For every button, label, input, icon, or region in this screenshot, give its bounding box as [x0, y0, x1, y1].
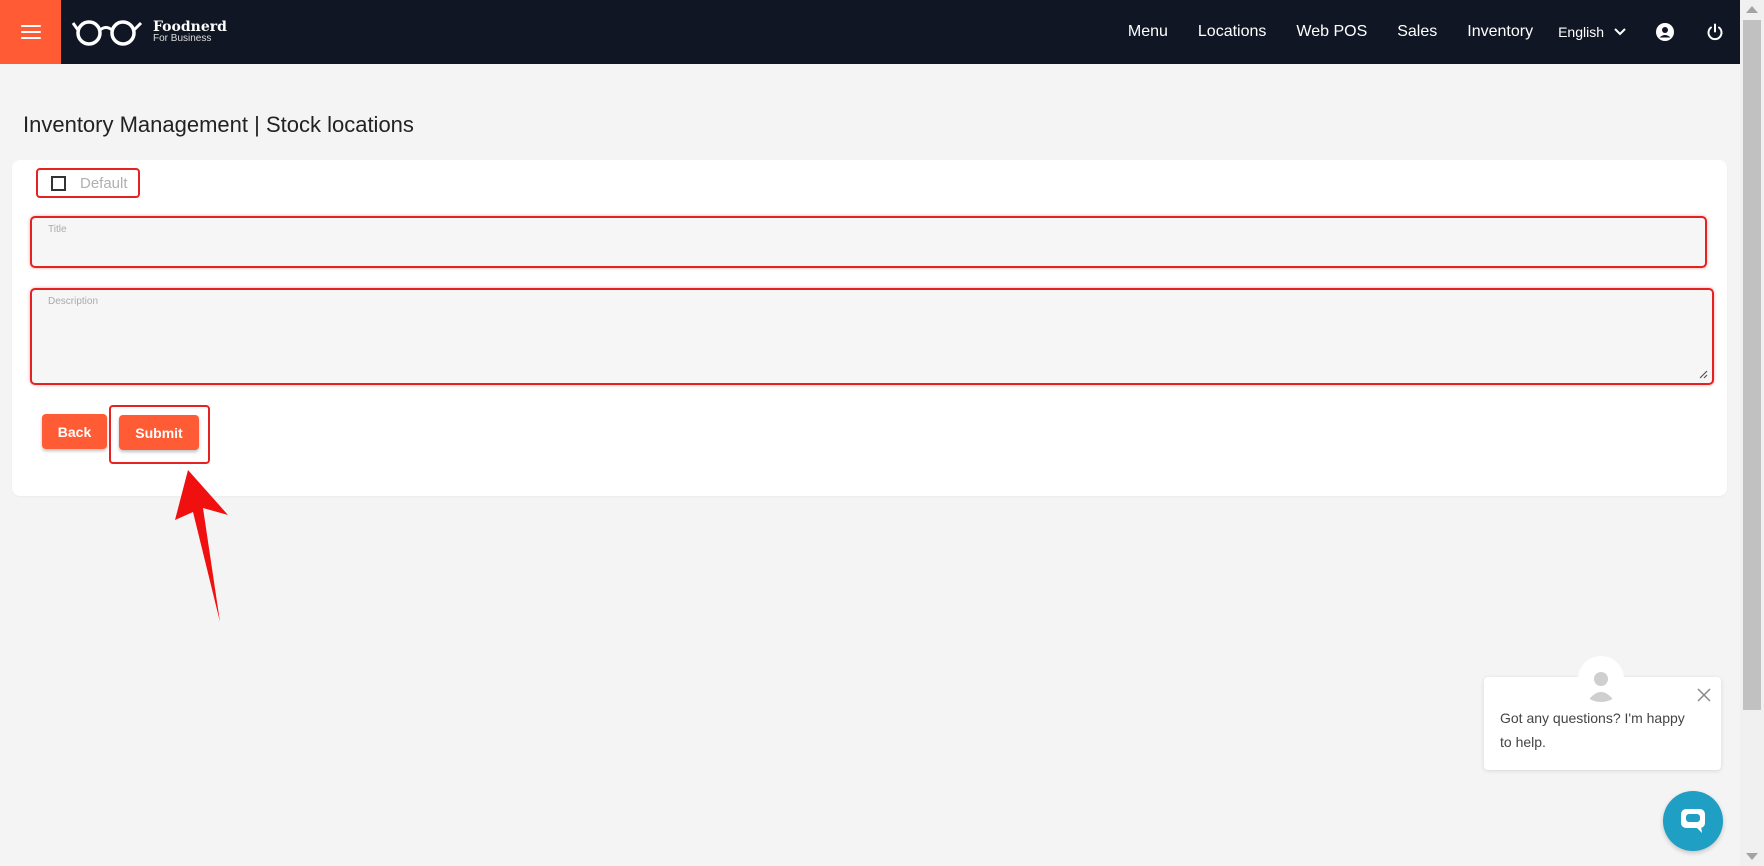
nav-item-sales[interactable]: Sales	[1397, 23, 1437, 41]
page-scrollbar[interactable]	[1740, 0, 1764, 866]
top-navbar: Foodnerd For Business Menu Locations Web…	[0, 0, 1740, 64]
power-icon	[1707, 23, 1723, 41]
scrollbar-thumb[interactable]	[1743, 20, 1761, 710]
nav-item-inventory[interactable]: Inventory	[1467, 23, 1533, 41]
glasses-icon	[71, 20, 143, 46]
hamburger-icon	[20, 21, 41, 43]
resize-grip-icon[interactable]	[1698, 369, 1708, 379]
title-field[interactable]: Title	[30, 216, 1707, 268]
default-checkbox-label: Default	[80, 174, 128, 192]
chat-icon	[1681, 809, 1705, 833]
language-label: English	[1558, 24, 1604, 40]
default-checkbox[interactable]: Default	[36, 168, 140, 198]
page-title: Inventory Management | Stock locations	[23, 112, 414, 137]
submit-button[interactable]: Submit	[119, 415, 199, 450]
brand-name: Foodnerd	[153, 19, 227, 35]
chevron-down-icon	[1614, 28, 1626, 36]
annotation-arrow-icon	[175, 470, 228, 622]
person-icon	[1587, 672, 1615, 702]
scroll-down-arrow-icon[interactable]	[1746, 853, 1758, 860]
title-field-label: Title	[48, 224, 67, 235]
account-icon	[1656, 23, 1674, 41]
title-input[interactable]	[46, 238, 1691, 260]
language-selector[interactable]: English	[1558, 24, 1626, 40]
back-button[interactable]: Back	[42, 414, 107, 449]
checkbox-square-icon[interactable]	[51, 175, 66, 191]
close-icon[interactable]	[1695, 686, 1713, 704]
menu-toggle-button[interactable]	[0, 0, 61, 64]
scroll-up-arrow-icon[interactable]	[1746, 6, 1758, 13]
description-input[interactable]	[46, 310, 1698, 377]
account-button[interactable]	[1640, 23, 1690, 41]
brand-logo[interactable]: Foodnerd For Business	[71, 17, 227, 47]
stock-location-form: Default Title Description Back Submit	[12, 160, 1727, 496]
description-field-label: Description	[48, 296, 99, 307]
nav-item-web-pos[interactable]: Web POS	[1296, 23, 1367, 41]
chat-message-text: Got any questions? I'm happy to help.	[1500, 710, 1685, 750]
brand-tagline: For Business	[153, 33, 212, 44]
chat-launcher-button[interactable]	[1663, 791, 1723, 851]
logout-button[interactable]	[1690, 23, 1740, 41]
nav-item-locations[interactable]: Locations	[1198, 23, 1267, 41]
nav-item-menu[interactable]: Menu	[1128, 23, 1168, 41]
agent-avatar	[1578, 656, 1624, 702]
description-field[interactable]: Description	[30, 288, 1714, 385]
